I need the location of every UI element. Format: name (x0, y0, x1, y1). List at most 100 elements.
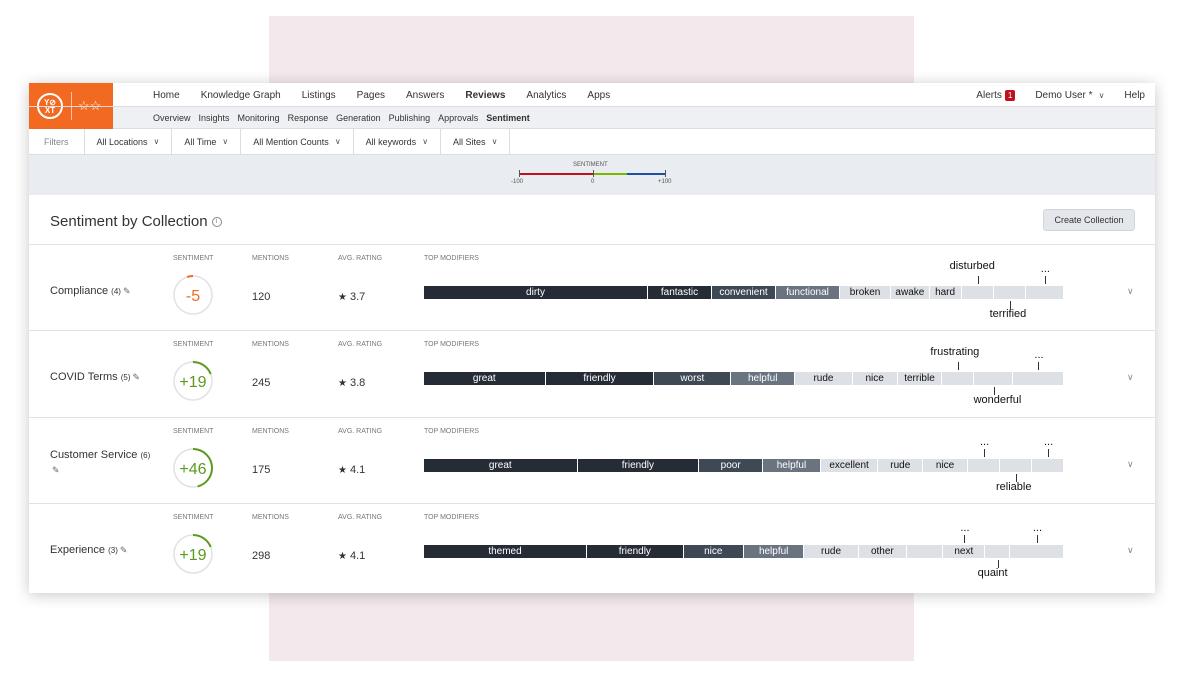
nav-item-pages[interactable]: Pages (357, 90, 385, 101)
tab-approvals[interactable]: Approvals (438, 113, 478, 123)
modifier-callout[interactable]: ... (980, 436, 989, 448)
modifier-segment[interactable]: terrible (897, 372, 943, 385)
sentiment-gauge: +19 (173, 534, 213, 574)
edit-icon[interactable]: ✎ (52, 465, 60, 475)
filter-all-keywords[interactable]: All keywords ∨ (354, 129, 442, 154)
callout-tick (984, 449, 985, 457)
sentiment-value: +19 (179, 374, 206, 391)
sentiment-legend: SENTIMENT -100 0 +100 (29, 155, 1155, 195)
modifier-segment[interactable]: functional (776, 286, 840, 299)
mentions-value: 298 (252, 550, 271, 562)
info-icon[interactable]: i (211, 217, 222, 228)
modifier-segment[interactable] (993, 286, 1026, 299)
user-menu[interactable]: Demo User * ∨ (1035, 90, 1104, 101)
modifier-segment[interactable]: rude (878, 459, 924, 472)
chevron-down-icon[interactable]: ∨ (1127, 545, 1134, 556)
modifier-callout[interactable]: reliable (996, 481, 1031, 493)
alerts-link[interactable]: Alerts 1 (976, 89, 1016, 101)
modifier-segment[interactable]: helpful (763, 459, 821, 472)
modifier-segment[interactable]: helpful (743, 545, 805, 558)
column-header-sentiment: SENTIMENT (173, 428, 214, 435)
modifier-segment[interactable]: nice (923, 459, 968, 472)
modifier-callout[interactable]: frustrating (930, 346, 979, 358)
modifier-segment[interactable]: excellent (820, 459, 879, 472)
modifier-callout[interactable]: ... (1041, 263, 1050, 275)
modifier-segment[interactable]: dirty (424, 286, 648, 299)
modifier-segment[interactable]: broken (840, 286, 892, 299)
modifier-callout[interactable]: wonderful (974, 394, 1022, 406)
help-link[interactable]: Help (1124, 90, 1145, 101)
legend-positive-line (627, 173, 665, 175)
tab-overview[interactable]: Overview (153, 113, 191, 123)
modifier-segment[interactable] (1025, 286, 1064, 299)
tab-sentiment[interactable]: Sentiment (486, 113, 530, 123)
chevron-down-icon[interactable]: ∨ (1127, 372, 1134, 383)
modifier-segment[interactable] (1031, 459, 1064, 472)
modifier-segment[interactable]: worst (654, 372, 732, 385)
modifier-segment[interactable]: helpful (731, 372, 796, 385)
modifier-segment[interactable]: great (424, 459, 578, 472)
modifier-segment[interactable] (974, 372, 1013, 385)
modifier-segment[interactable]: awake (891, 286, 930, 299)
tab-response[interactable]: Response (288, 113, 329, 123)
modifier-callout[interactable]: terrified (990, 308, 1027, 320)
nav-item-analytics[interactable]: Analytics (526, 90, 566, 101)
modifier-segment[interactable] (967, 459, 1000, 472)
modifier-segment[interactable]: friendly (577, 459, 700, 472)
create-collection-button[interactable]: Create Collection (1043, 209, 1135, 231)
modifier-segment[interactable]: convenient (712, 286, 776, 299)
modifier-segment[interactable] (1009, 545, 1064, 558)
column-header-modifiers: TOP MODIFIERS (424, 255, 479, 262)
modifier-segment[interactable]: rude (804, 545, 859, 558)
nav-item-answers[interactable]: Answers (406, 90, 444, 101)
modifier-segment[interactable] (1012, 372, 1064, 385)
modifier-segment[interactable]: great (424, 372, 546, 385)
collection-row: SENTIMENT MENTIONS AVG. RATING TOP MODIFIER… (29, 417, 1155, 503)
nav-item-knowledge-graph[interactable]: Knowledge Graph (201, 90, 281, 101)
modifier-segment[interactable]: nice (683, 545, 744, 558)
modifier-callout[interactable]: ... (1033, 522, 1042, 534)
modifier-segment[interactable]: next (943, 545, 986, 558)
edit-icon[interactable]: ✎ (120, 545, 128, 555)
modifier-segment[interactable]: hard (929, 286, 962, 299)
modifier-callout[interactable]: ... (1044, 436, 1053, 448)
modifier-callout[interactable]: ... (960, 522, 969, 534)
modifier-segment[interactable] (961, 286, 994, 299)
edit-icon[interactable]: ✎ (123, 286, 131, 296)
tab-monitoring[interactable]: Monitoring (238, 113, 280, 123)
modifier-callout[interactable]: quaint (978, 567, 1008, 579)
nav-item-apps[interactable]: Apps (587, 90, 610, 101)
modifier-callout[interactable]: ... (1034, 349, 1043, 361)
modifier-segment[interactable]: friendly (587, 545, 684, 558)
nav-item-home[interactable]: Home (153, 90, 180, 101)
collection-name[interactable]: Experience (3) ✎ (50, 543, 160, 558)
modifier-segment[interactable]: other (858, 545, 907, 558)
tab-insights[interactable]: Insights (199, 113, 230, 123)
collection-name[interactable]: Customer Service (6) ✎ (50, 448, 160, 478)
nav-item-listings[interactable]: Listings (302, 90, 336, 101)
modifier-segment[interactable] (985, 545, 1010, 558)
filter-all-time[interactable]: All Time ∨ (172, 129, 242, 154)
collection-name[interactable]: COVID Terms (5) ✎ (50, 370, 160, 385)
filter-all-locations[interactable]: All Locations ∨ (85, 129, 173, 154)
modifier-callout[interactable]: disturbed (950, 260, 995, 272)
chevron-down-icon[interactable]: ∨ (1127, 286, 1134, 297)
chevron-down-icon[interactable]: ∨ (1127, 459, 1134, 470)
filter-all-mention-counts[interactable]: All Mention Counts ∨ (241, 129, 354, 154)
modifier-segment[interactable]: themed (424, 545, 588, 558)
tab-generation[interactable]: Generation (336, 113, 381, 123)
tab-publishing[interactable]: Publishing (389, 113, 431, 123)
edit-icon[interactable]: ✎ (132, 372, 140, 382)
modifier-segment[interactable]: rude (795, 372, 853, 385)
modifier-segment[interactable]: fantastic (648, 286, 712, 299)
collection-name[interactable]: Compliance (4) ✎ (50, 284, 160, 299)
modifier-segment[interactable] (999, 459, 1032, 472)
filter-label: All Locations (96, 136, 148, 147)
filter-all-sites[interactable]: All Sites ∨ (441, 129, 511, 154)
modifier-segment[interactable] (906, 545, 944, 558)
modifier-segment[interactable]: friendly (545, 372, 655, 385)
modifier-segment[interactable]: poor (699, 459, 764, 472)
modifier-segment[interactable] (942, 372, 975, 385)
nav-item-reviews[interactable]: Reviews (465, 90, 505, 101)
modifier-segment[interactable]: nice (852, 372, 898, 385)
